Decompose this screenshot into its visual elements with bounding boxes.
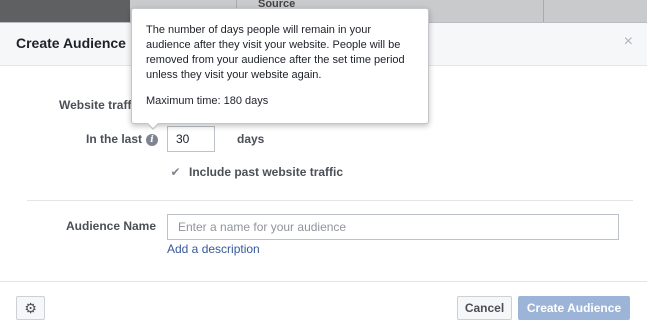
info-icon[interactable]: i <box>146 134 158 146</box>
footer-divider <box>0 281 647 282</box>
days-input[interactable]: 30 <box>167 126 215 152</box>
settings-button[interactable]: ⚙ <box>16 296 45 320</box>
days-unit-label: days <box>237 132 265 146</box>
create-audience-button[interactable]: Create Audience <box>518 296 630 320</box>
days-info-tooltip: The number of days people will remain in… <box>131 8 429 124</box>
dialog-title: Create Audience <box>16 35 126 51</box>
tooltip-arrow-inner <box>147 122 159 128</box>
tooltip-maximum-time: Maximum time: 180 days <box>146 95 269 107</box>
cancel-button[interactable]: Cancel <box>457 296 512 320</box>
add-description-link[interactable]: Add a description <box>167 242 260 256</box>
section-divider <box>27 200 633 201</box>
include-past-traffic-checkbox[interactable]: ✔ <box>169 166 182 179</box>
audience-name-label: Audience Name <box>66 219 157 233</box>
in-the-last-label: In the last <box>86 132 143 146</box>
website-traffic-label: Website traffic <box>59 98 142 112</box>
background-column-divider <box>543 0 544 22</box>
tooltip-description: The number of days people will remain in… <box>146 24 405 81</box>
gear-icon: ⚙ <box>24 300 37 316</box>
close-icon[interactable]: × <box>624 34 633 50</box>
audience-name-input[interactable] <box>167 214 619 240</box>
include-past-traffic-label[interactable]: Include past website traffic <box>189 165 343 179</box>
